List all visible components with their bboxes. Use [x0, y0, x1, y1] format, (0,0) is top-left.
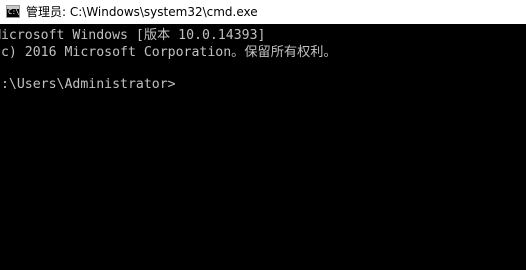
title-bar[interactable]: C:\ 管理员: C:\Windows\system32\cmd.exe — [0, 0, 526, 24]
console-line-copyright: (c) 2016 Microsoft Corporation。保留所有权利。 — [0, 45, 337, 60]
window-title: 管理员: C:\Windows\system32\cmd.exe — [26, 5, 258, 19]
cmd-icon-glyph: C:\ — [8, 8, 20, 16]
console-area[interactable]: Microsoft Windows [版本 10.0.14393] (c) 20… — [0, 24, 526, 270]
cmd-window: C:\ 管理员: C:\Windows\system32\cmd.exe Mic… — [0, 0, 526, 270]
command-prompt[interactable]: C:\Users\Administrator> — [0, 76, 176, 93]
cmd-icon[interactable]: C:\ — [6, 5, 20, 18]
console-line-version: Microsoft Windows [版本 10.0.14393] — [0, 28, 266, 43]
